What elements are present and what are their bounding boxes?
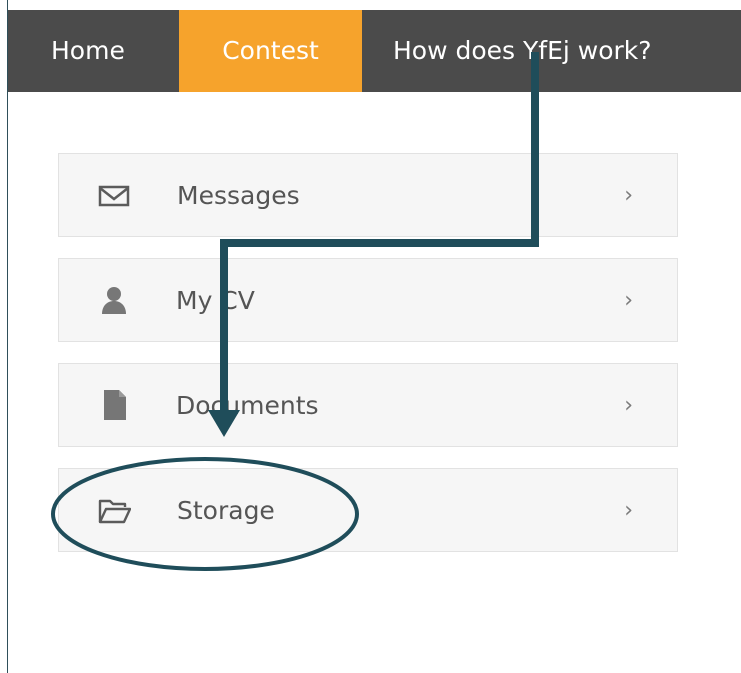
nav-contest-label: Contest bbox=[222, 36, 319, 65]
left-border bbox=[7, 0, 8, 673]
nav-home-label: Home bbox=[51, 36, 125, 65]
envelope-icon bbox=[98, 185, 130, 207]
menu-item-my-cv-label: My CV bbox=[176, 286, 255, 315]
top-edge bbox=[7, 0, 741, 8]
document-icon bbox=[104, 390, 126, 420]
menu-item-messages-label: Messages bbox=[177, 181, 300, 210]
chevron-right-icon: › bbox=[624, 183, 633, 208]
menu-item-my-cv[interactable]: My CV › bbox=[58, 258, 678, 342]
menu-item-documents[interactable]: Documents › bbox=[58, 363, 678, 447]
user-icon bbox=[102, 287, 126, 314]
folder-open-icon bbox=[98, 499, 131, 524]
nav-how-it-works-label: How does YfEj work? bbox=[393, 36, 652, 65]
nav-contest[interactable]: Contest bbox=[179, 10, 362, 92]
menu-item-documents-label: Documents bbox=[176, 391, 319, 420]
menu-item-messages[interactable]: Messages › bbox=[58, 153, 678, 237]
chevron-right-icon: › bbox=[624, 393, 633, 418]
menu-item-storage-label: Storage bbox=[177, 496, 275, 525]
menu-item-storage[interactable]: Storage › bbox=[58, 468, 678, 552]
top-navbar: Home Contest How does YfEj work? bbox=[8, 10, 741, 92]
chevron-right-icon: › bbox=[624, 288, 633, 313]
chevron-right-icon: › bbox=[624, 498, 633, 523]
nav-how-it-works[interactable]: How does YfEj work? bbox=[393, 10, 652, 92]
nav-home[interactable]: Home bbox=[51, 10, 125, 92]
